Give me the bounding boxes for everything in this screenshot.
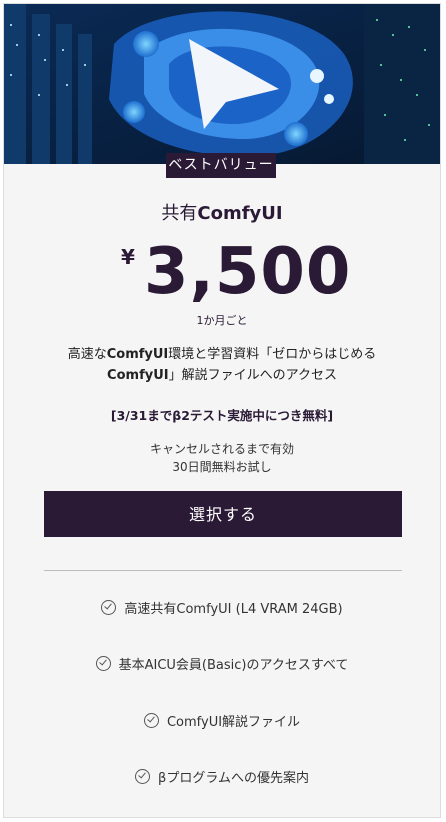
plan-title: 共有ComfyUI — [4, 199, 440, 225]
desc-text: 高速な — [67, 347, 107, 362]
trial-info: キャンセルされるまで有効 30日間無料お試し — [4, 440, 440, 476]
desc-bold: ComfyUI — [106, 347, 169, 362]
desc-bold: ComfyUI — [107, 368, 169, 383]
pricing-card: ベストバリュー 共有ComfyUI ¥ 3,500 1か月ごと 高速なComfy… — [3, 3, 441, 818]
feature-item: ComfyUI解説ファイル — [4, 711, 440, 730]
desc-text: 環境と学習資料「ゼロからはじめる — [168, 347, 377, 362]
check-circle-icon — [135, 769, 151, 784]
feature-item: 基本AICU会員(Basic)のアクセスすべて — [4, 654, 440, 673]
best-value-badge: ベストバリュー — [166, 153, 276, 178]
currency-symbol: ¥ — [121, 245, 135, 269]
feature-item: βプログラムへの優先案内 — [4, 767, 440, 786]
trial-line: キャンセルされるまで有効 — [149, 442, 294, 456]
feature-label: 高速共有ComfyUI (L4 VRAM 24GB) — [124, 602, 343, 617]
check-circle-icon — [95, 656, 111, 671]
divider — [44, 570, 402, 571]
trial-line: 30日間無料お試し — [172, 460, 272, 474]
check-circle-icon — [101, 600, 117, 615]
select-button[interactable]: 選択する — [44, 491, 402, 537]
price-amount: 3,500 — [144, 235, 352, 309]
feature-label: βプログラムへの優先案内 — [158, 771, 309, 786]
plan-title-prefix: 共有 — [161, 203, 198, 224]
feature-label: 基本AICU会員(Basic)のアクセスすべて — [118, 658, 349, 673]
feature-label: ComfyUI解説ファイル — [166, 715, 301, 730]
feature-item: 高速共有ComfyUI (L4 VRAM 24GB) — [4, 598, 440, 617]
hero-image — [4, 4, 440, 164]
price-block: ¥ 3,500 — [4, 235, 440, 309]
desc-text: 」解説ファイルへのアクセス — [168, 368, 337, 383]
check-circle-icon — [143, 713, 159, 728]
beta-note: [3/31までβ2テスト実施中につき無料] — [110, 408, 334, 423]
plan-description: 高速なComfyUI環境と学習資料「ゼロからはじめる ComfyUI」解説ファイ… — [44, 344, 400, 386]
billing-period: 1か月ごと — [196, 314, 248, 327]
plan-title-bold: ComfyUI — [197, 203, 283, 224]
